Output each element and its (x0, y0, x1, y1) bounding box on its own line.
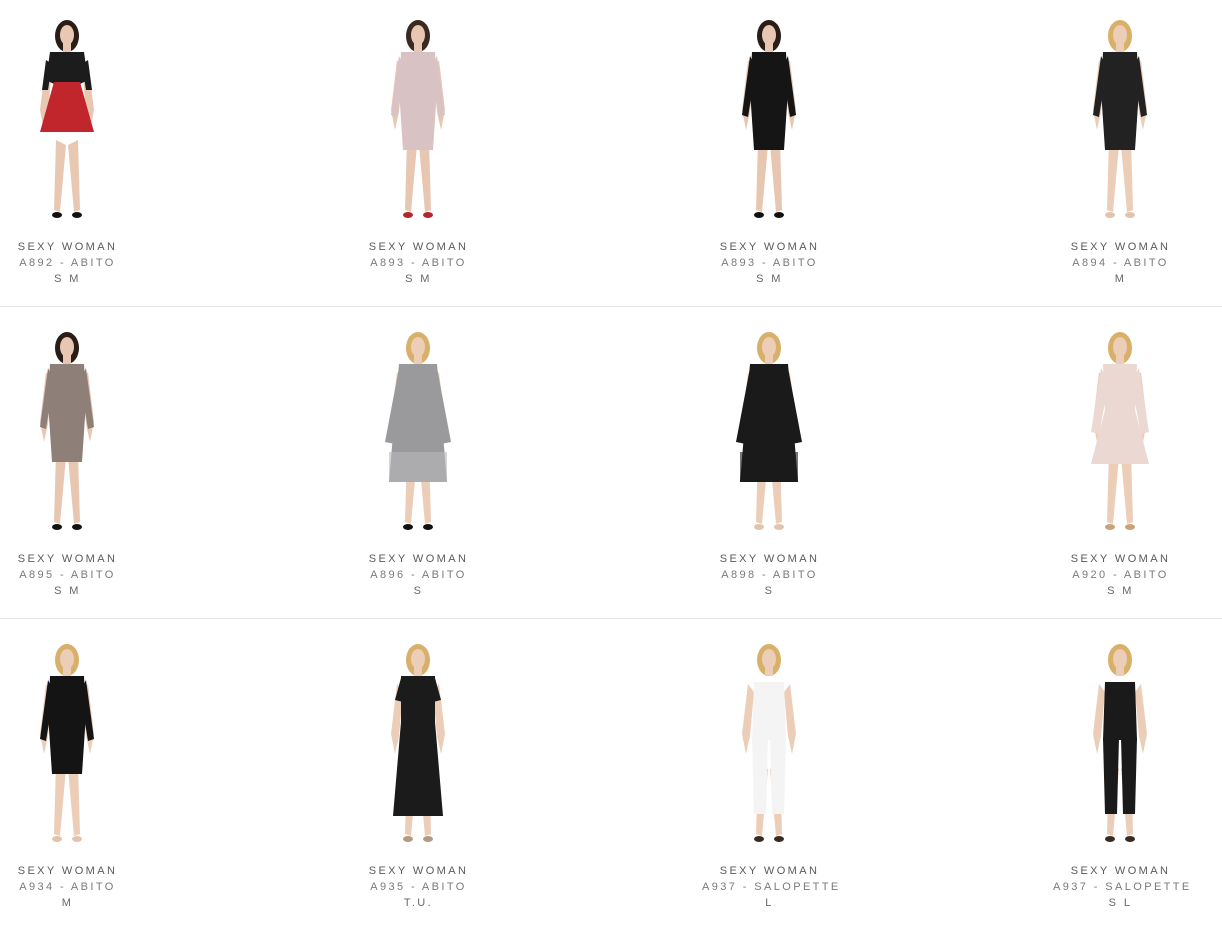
product-image[interactable] (351, 332, 486, 536)
product-sizes: M (1114, 273, 1127, 285)
product-card[interactable]: SEXY WOMAN A934 - ABITO M (0, 624, 135, 924)
product-sizes: S L (1108, 897, 1133, 909)
product-card[interactable]: SEXY WOMAN A896 - ABITO S (351, 312, 486, 612)
product-brand[interactable]: SEXY WOMAN (1053, 241, 1188, 253)
product-sizes: M (61, 897, 74, 909)
product-sizes: S M (1107, 585, 1134, 597)
product-brand[interactable]: SEXY WOMAN (1053, 553, 1188, 565)
product-row: SEXY WOMAN A892 - ABITO S M SEXY WOMAN A… (0, 0, 1222, 311)
row-divider (0, 618, 1222, 619)
product-image[interactable] (1053, 20, 1188, 224)
product-card[interactable]: SEXY WOMAN A937 - SALOPETTE S L (1053, 624, 1189, 924)
product-code[interactable]: A892 - ABITO (0, 257, 135, 269)
product-brand[interactable]: SEXY WOMAN (351, 553, 486, 565)
product-image[interactable] (0, 332, 135, 536)
product-code[interactable]: A937 - SALOPETTE (1053, 881, 1189, 893)
product-image[interactable] (1053, 644, 1188, 848)
product-card[interactable]: SEXY WOMAN A898 - ABITO S (702, 312, 837, 612)
product-sizes: S M (405, 273, 432, 285)
product-brand[interactable]: SEXY WOMAN (0, 241, 135, 253)
product-code[interactable]: A895 - ABITO (0, 569, 135, 581)
product-image[interactable] (1053, 332, 1188, 536)
product-sizes: S M (54, 273, 81, 285)
product-code[interactable]: A934 - ABITO (0, 881, 135, 893)
product-card[interactable]: SEXY WOMAN A935 - ABITO T.U. (351, 624, 486, 924)
product-brand[interactable]: SEXY WOMAN (351, 241, 486, 253)
product-image[interactable] (0, 20, 135, 224)
product-sizes: S (764, 585, 775, 597)
product-brand[interactable]: SEXY WOMAN (1053, 865, 1188, 877)
product-card[interactable]: SEXY WOMAN A893 - ABITO S M (702, 0, 837, 300)
product-code[interactable]: A893 - ABITO (351, 257, 486, 269)
product-sizes: T.U. (403, 897, 434, 909)
product-card[interactable]: SEXY WOMAN A892 - ABITO S M (0, 0, 135, 300)
product-card[interactable]: SEXY WOMAN A920 - ABITO S M (1053, 312, 1188, 612)
product-image[interactable] (0, 644, 135, 848)
product-code[interactable]: A935 - ABITO (351, 881, 486, 893)
product-image[interactable] (702, 20, 837, 224)
product-brand[interactable]: SEXY WOMAN (702, 865, 837, 877)
product-code[interactable]: A937 - SALOPETTE (702, 881, 838, 893)
row-divider (0, 306, 1222, 307)
product-brand[interactable]: SEXY WOMAN (0, 553, 135, 565)
product-brand[interactable]: SEXY WOMAN (702, 553, 837, 565)
product-row: SEXY WOMAN A934 - ABITO M SEXY WOMAN A93… (0, 624, 1222, 935)
product-card[interactable]: SEXY WOMAN A937 - SALOPETTE L (702, 624, 838, 924)
product-image[interactable] (351, 20, 486, 224)
product-card[interactable]: SEXY WOMAN A895 - ABITO S M (0, 312, 135, 612)
product-code[interactable]: A893 - ABITO (702, 257, 837, 269)
product-code[interactable]: A894 - ABITO (1053, 257, 1188, 269)
product-grid: SEXY WOMAN A892 - ABITO S M SEXY WOMAN A… (0, 0, 1222, 909)
product-brand[interactable]: SEXY WOMAN (702, 241, 837, 253)
product-sizes: S M (756, 273, 783, 285)
product-brand[interactable]: SEXY WOMAN (351, 865, 486, 877)
product-sizes: L (765, 897, 774, 909)
product-image[interactable] (702, 644, 837, 848)
product-row: SEXY WOMAN A895 - ABITO S M SEXY WOMAN A… (0, 312, 1222, 623)
product-sizes: S (413, 585, 424, 597)
product-sizes: S M (54, 585, 81, 597)
product-code[interactable]: A920 - ABITO (1053, 569, 1188, 581)
product-card[interactable]: SEXY WOMAN A893 - ABITO S M (351, 0, 486, 300)
product-brand[interactable]: SEXY WOMAN (0, 865, 135, 877)
product-code[interactable]: A898 - ABITO (702, 569, 837, 581)
product-image[interactable] (351, 644, 486, 848)
product-image[interactable] (702, 332, 837, 536)
product-code[interactable]: A896 - ABITO (351, 569, 486, 581)
product-card[interactable]: SEXY WOMAN A894 - ABITO M (1053, 0, 1188, 300)
